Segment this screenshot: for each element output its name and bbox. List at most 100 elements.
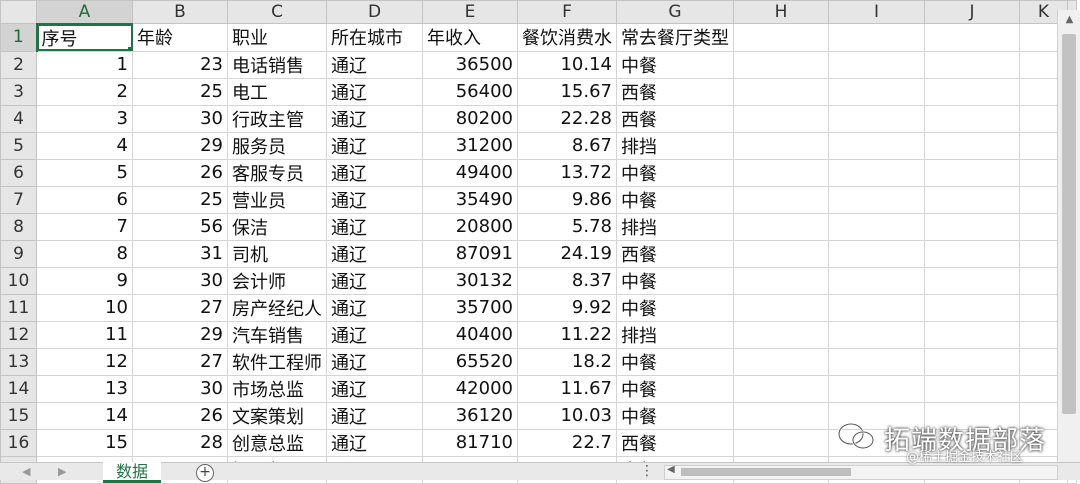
cell-g11[interactable]: 中餐	[616, 293, 734, 322]
cell-e9[interactable]: 87091	[422, 239, 518, 268]
cell-c2[interactable]: 电话销售	[227, 50, 327, 79]
cell-d16[interactable]: 通辽	[326, 428, 423, 457]
cell-a7[interactable]: 6	[36, 185, 133, 214]
cell-g14[interactable]: 中餐	[616, 374, 734, 403]
cell-e7[interactable]: 35490	[422, 185, 518, 214]
row-header[interactable]: 4	[0, 104, 37, 133]
cell-e12[interactable]: 40400	[422, 320, 518, 349]
select-all-corner[interactable]	[0, 0, 37, 24]
row-header[interactable]: 16	[0, 428, 37, 457]
cell-i8[interactable]	[828, 212, 925, 241]
cell-d8[interactable]: 通辽	[326, 212, 423, 241]
cell-f13[interactable]: 18.2	[517, 347, 617, 376]
cell-j6[interactable]	[924, 158, 1020, 187]
cell-h2[interactable]	[733, 50, 829, 79]
cell-i10[interactable]	[828, 266, 925, 295]
next-sheet-icon[interactable]: ▶	[58, 463, 66, 480]
cell-i11[interactable]	[828, 293, 925, 322]
cell-d5[interactable]: 通辽	[326, 131, 423, 160]
cell-j8[interactable]	[924, 212, 1020, 241]
cell-g16[interactable]: 西餐	[616, 428, 734, 457]
scroll-up-icon[interactable]: ▲	[1058, 10, 1080, 30]
column-header-e[interactable]: E	[422, 0, 518, 24]
cell-c3[interactable]: 电工	[227, 77, 327, 106]
cell-e14[interactable]: 42000	[422, 374, 518, 403]
cell-j11[interactable]	[924, 293, 1020, 322]
cell-b9[interactable]: 31	[132, 239, 228, 268]
cell-d9[interactable]: 通辽	[326, 239, 423, 268]
cell-d3[interactable]: 通辽	[326, 77, 423, 106]
cell-c16[interactable]: 创意总监	[227, 428, 327, 457]
cell-c6[interactable]: 客服专员	[227, 158, 327, 187]
column-header-h[interactable]: H	[733, 0, 829, 24]
cell-c15[interactable]: 文案策划	[227, 401, 327, 430]
row-header[interactable]: 15	[0, 401, 37, 430]
cell-b6[interactable]: 26	[132, 158, 228, 187]
cell-h12[interactable]	[733, 320, 829, 349]
cell-f10[interactable]: 8.37	[517, 266, 617, 295]
cell-g15[interactable]: 中餐	[616, 401, 734, 430]
row-header[interactable]: 2	[0, 50, 37, 79]
cell-f15[interactable]: 10.03	[517, 401, 617, 430]
cell-e11[interactable]: 35700	[422, 293, 518, 322]
cell-j3[interactable]	[924, 77, 1020, 106]
cell-a5[interactable]: 4	[36, 131, 133, 160]
cell-b3[interactable]: 25	[132, 77, 228, 106]
cell-g8[interactable]: 排挡	[616, 212, 734, 241]
prev-sheet-icon[interactable]: ◀	[22, 463, 30, 480]
cell-c4[interactable]: 行政主管	[227, 104, 327, 133]
cell-i4[interactable]	[828, 104, 925, 133]
row-header[interactable]: 11	[0, 293, 37, 322]
cell-g1[interactable]: 常去餐厅类型	[616, 23, 734, 52]
row-header[interactable]: 8	[0, 212, 37, 241]
cell-a15[interactable]: 14	[36, 401, 133, 430]
cell-b1[interactable]: 年龄	[132, 23, 228, 52]
row-header[interactable]: 7	[0, 185, 37, 214]
column-header-g[interactable]: G	[616, 0, 734, 24]
cell-c12[interactable]: 汽车销售	[227, 320, 327, 349]
cell-i7[interactable]	[828, 185, 925, 214]
cell-e1[interactable]: 年收入	[422, 23, 518, 52]
cell-b14[interactable]: 30	[132, 374, 228, 403]
row-header[interactable]: 6	[0, 158, 37, 187]
cell-a3[interactable]: 2	[36, 77, 133, 106]
cell-g10[interactable]: 中餐	[616, 266, 734, 295]
row-header[interactable]: 12	[0, 320, 37, 349]
cell-h13[interactable]	[733, 347, 829, 376]
cell-e3[interactable]: 56400	[422, 77, 518, 106]
cell-i9[interactable]	[828, 239, 925, 268]
cell-b2[interactable]: 23	[132, 50, 228, 79]
cell-i6[interactable]	[828, 158, 925, 187]
cell-c7[interactable]: 营业员	[227, 185, 327, 214]
cell-f1[interactable]: 餐饮消费水	[517, 23, 617, 52]
cell-h7[interactable]	[733, 185, 829, 214]
cell-f12[interactable]: 11.22	[517, 320, 617, 349]
cell-f8[interactable]: 5.78	[517, 212, 617, 241]
row-header[interactable]: 9	[0, 239, 37, 268]
cell-e16[interactable]: 81710	[422, 428, 518, 457]
cell-h16[interactable]	[733, 428, 829, 457]
row-header[interactable]: 13	[0, 347, 37, 376]
cell-b5[interactable]: 29	[132, 131, 228, 160]
column-header-c[interactable]: C	[227, 0, 327, 24]
row-header[interactable]: 3	[0, 77, 37, 106]
cell-a1[interactable]: 序号	[36, 23, 133, 52]
cell-g4[interactable]: 西餐	[616, 104, 734, 133]
cell-j10[interactable]	[924, 266, 1020, 295]
cell-d2[interactable]: 通辽	[326, 50, 423, 79]
cell-d12[interactable]: 通辽	[326, 320, 423, 349]
cell-a13[interactable]: 12	[36, 347, 133, 376]
cell-j13[interactable]	[924, 347, 1020, 376]
cell-h3[interactable]	[733, 77, 829, 106]
row-header[interactable]: 10	[0, 266, 37, 295]
cell-f11[interactable]: 9.92	[517, 293, 617, 322]
cell-d4[interactable]: 通辽	[326, 104, 423, 133]
row-header[interactable]: 1	[0, 23, 38, 52]
cell-i5[interactable]	[828, 131, 925, 160]
horizontal-scrollbar[interactable]: ◀	[664, 464, 1058, 480]
cell-b15[interactable]: 26	[132, 401, 228, 430]
cell-c11[interactable]: 房产经纪人	[227, 293, 327, 322]
cell-f6[interactable]: 13.72	[517, 158, 617, 187]
cell-h1[interactable]	[733, 23, 829, 52]
cell-h4[interactable]	[733, 104, 829, 133]
